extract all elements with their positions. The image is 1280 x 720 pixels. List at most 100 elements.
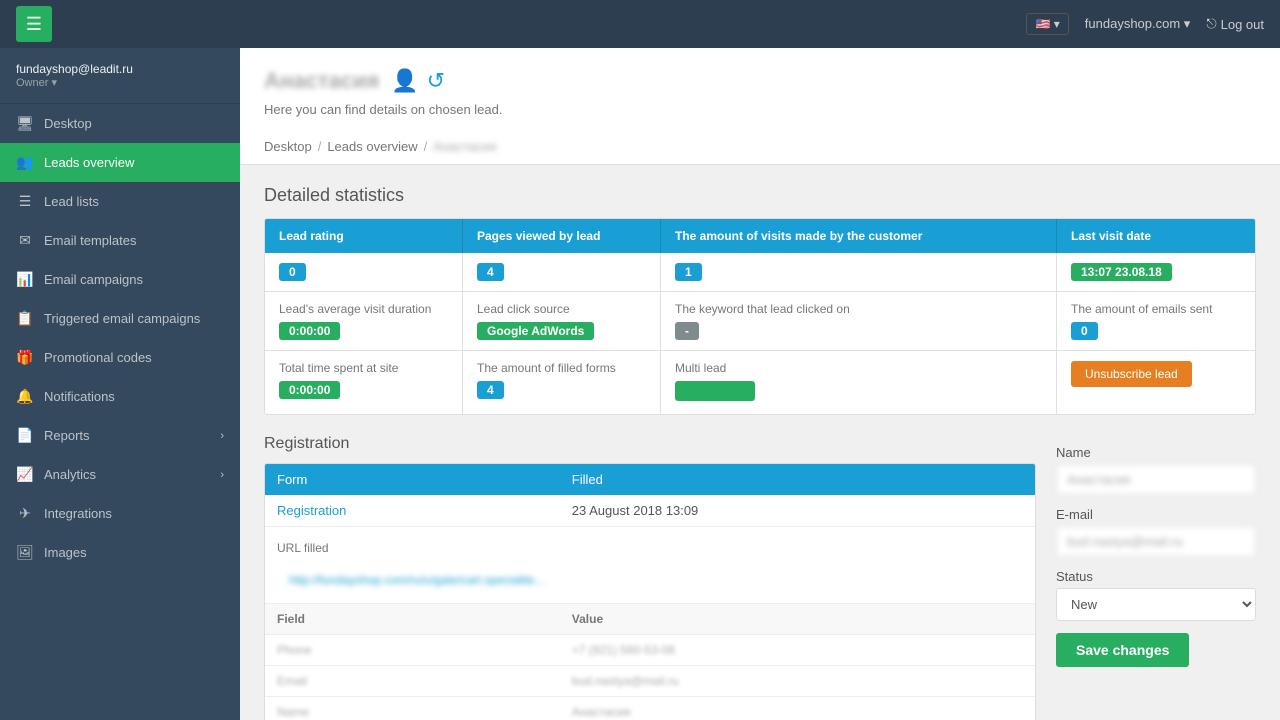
stats-row-3: Total time spent at site 0:00:00 The amo… bbox=[265, 351, 1255, 414]
stats-row-2-labels: Lead's average visit duration 0:00:00 Le… bbox=[265, 292, 1255, 351]
domain-selector[interactable]: fundayshop.com ▾ bbox=[1085, 16, 1191, 32]
triggered-email-icon: 📋 bbox=[16, 310, 34, 327]
table-row: Registration 23 August 2018 13:09 bbox=[265, 495, 1035, 527]
topbar: ☰ 🇺🇸 ▾ fundayshop.com ▾ ⎋ Log out bbox=[0, 0, 1280, 48]
unsubscribe-button[interactable]: Unsubscribe lead bbox=[1071, 361, 1192, 387]
sidebar-item-analytics[interactable]: 📈 Analytics › bbox=[0, 455, 240, 494]
breadcrumb-sep1: / bbox=[318, 139, 322, 154]
logout-button[interactable]: ⎋ Log out bbox=[1206, 16, 1264, 32]
refresh-icon[interactable]: ↺ bbox=[427, 68, 445, 94]
sidebar-label-integrations: Integrations bbox=[44, 506, 112, 521]
sidebar-item-images[interactable]: 🖼 Images bbox=[0, 533, 240, 572]
url-row: URL filled http://fundayshop.com/ru/u/ga… bbox=[265, 527, 1035, 604]
sidebar-label-promotional-codes: Promotional codes bbox=[44, 350, 152, 365]
topbar-left: ☰ bbox=[16, 6, 52, 42]
sidebar-item-leads-overview[interactable]: 👥 Leads overview bbox=[0, 143, 240, 182]
registration-section: Registration Form Filled Registration bbox=[240, 435, 1280, 720]
stat-rating: 0 bbox=[265, 253, 463, 291]
sidebar-item-email-templates[interactable]: ✉ Email templates bbox=[0, 221, 240, 260]
sidebar-item-triggered-email[interactable]: 📋 Triggered email campaigns bbox=[0, 299, 240, 338]
url-filled-label: URL filled bbox=[277, 535, 1023, 559]
field-col-header: Field bbox=[265, 604, 560, 635]
email-form-group: E-mail bbox=[1056, 507, 1256, 557]
reg-left: Registration Form Filled Registration bbox=[264, 435, 1036, 720]
breadcrumb-current: Анастасия bbox=[433, 139, 496, 154]
page-title-icons: 👤 ↺ bbox=[391, 68, 445, 94]
sidebar-nav: 🖥 Desktop 👥 Leads overview ☰ Lead lists … bbox=[0, 104, 240, 720]
email-input[interactable] bbox=[1056, 526, 1256, 557]
label-avg-duration: Lead's average visit duration 0:00:00 bbox=[265, 292, 463, 350]
header-last-visit: Last visit date bbox=[1057, 219, 1255, 253]
stats-section: Detailed statistics Lead rating Pages vi… bbox=[240, 165, 1280, 435]
click-source-badge: Google AdWords bbox=[477, 322, 594, 340]
content-area: Анастасия 👤 ↺ Here you can find details … bbox=[240, 48, 1280, 720]
pages-badge: 4 bbox=[477, 263, 504, 281]
value-email: bud.nastya@mail.ru bbox=[560, 666, 1035, 697]
stat-multi-lead: Multi lead bbox=[661, 351, 1057, 414]
stat-pages: 4 bbox=[463, 253, 661, 291]
stat-unsubscribe: Unsubscribe lead bbox=[1057, 351, 1255, 414]
topbar-right: 🇺🇸 ▾ fundayshop.com ▾ ⎋ Log out bbox=[1026, 13, 1264, 35]
breadcrumb-leads-overview[interactable]: Leads overview bbox=[327, 139, 417, 154]
sidebar-item-integrations[interactable]: ✈ Integrations bbox=[0, 494, 240, 533]
header-pages-viewed: Pages viewed by lead bbox=[463, 219, 661, 253]
sidebar-label-email-campaigns: Email campaigns bbox=[44, 272, 143, 287]
main-layout: fundayshop@leadit.ru Owner ▾ 🖥 Desktop 👥… bbox=[0, 48, 1280, 720]
sidebar-label-triggered-email: Triggered email campaigns bbox=[44, 311, 200, 326]
sidebar-item-email-campaigns[interactable]: 📊 Email campaigns bbox=[0, 260, 240, 299]
language-selector[interactable]: 🇺🇸 ▾ bbox=[1026, 13, 1068, 35]
sidebar-user: fundayshop@leadit.ru Owner ▾ bbox=[0, 48, 240, 104]
table-row: Name Анастасия bbox=[265, 697, 1035, 720]
integrations-icon: ✈ bbox=[16, 505, 34, 522]
user-email: fundayshop@leadit.ru bbox=[16, 62, 224, 76]
user-role[interactable]: Owner ▾ bbox=[16, 76, 224, 89]
page-header: Анастасия 👤 ↺ Here you can find details … bbox=[240, 48, 1280, 165]
sidebar-label-desktop: Desktop bbox=[44, 116, 92, 131]
name-label: Name bbox=[1056, 445, 1256, 460]
reg-form-link[interactable]: Registration bbox=[277, 503, 346, 518]
reg-filled-date: 23 August 2018 13:09 bbox=[560, 495, 1035, 527]
images-icon: 🖼 bbox=[16, 544, 34, 561]
name-input[interactable] bbox=[1056, 464, 1256, 495]
multi-lead-label: Multi lead bbox=[675, 361, 1042, 375]
sidebar-item-reports[interactable]: 📄 Reports › bbox=[0, 416, 240, 455]
reg-title: Registration bbox=[264, 435, 1036, 453]
value-phone: +7 (921) 560-53-08 bbox=[560, 635, 1035, 666]
click-source-label: Lead click source bbox=[477, 302, 646, 316]
url-filled-value: http://fundayshop.com/ru/u/gate/cart.spe… bbox=[277, 565, 1023, 595]
breadcrumb-desktop[interactable]: Desktop bbox=[264, 139, 312, 154]
promotional-codes-icon: 🎁 bbox=[16, 349, 34, 366]
avg-duration-label: Lead's average visit duration bbox=[279, 302, 448, 316]
hamburger-button[interactable]: ☰ bbox=[16, 6, 52, 42]
sidebar-item-lead-lists[interactable]: ☰ Lead lists bbox=[0, 182, 240, 221]
value-col-header: Value bbox=[560, 604, 1035, 635]
stats-header-row: Lead rating Pages viewed by lead The amo… bbox=[265, 219, 1255, 253]
breadcrumb: Desktop / Leads overview / Анастасия bbox=[264, 129, 1256, 164]
status-label: Status bbox=[1056, 569, 1256, 584]
leads-overview-icon: 👥 bbox=[16, 154, 34, 171]
sidebar-item-desktop[interactable]: 🖥 Desktop bbox=[0, 104, 240, 143]
sidebar-item-promotional-codes[interactable]: 🎁 Promotional codes bbox=[0, 338, 240, 377]
lead-lists-icon: ☰ bbox=[16, 193, 34, 210]
table-row: Phone +7 (921) 560-53-08 bbox=[265, 635, 1035, 666]
name-form-group: Name bbox=[1056, 445, 1256, 495]
sidebar-label-leads-overview: Leads overview bbox=[44, 155, 134, 170]
field-email: Email bbox=[265, 666, 560, 697]
logout-icon: ⎋ bbox=[1206, 16, 1216, 32]
status-select[interactable]: New In progress Closed bbox=[1056, 588, 1256, 621]
header-amount-visits: The amount of visits made by the custome… bbox=[661, 219, 1057, 253]
notifications-icon: 🔔 bbox=[16, 388, 34, 405]
save-changes-button[interactable]: Save changes bbox=[1056, 633, 1189, 667]
breadcrumb-sep2: / bbox=[424, 139, 428, 154]
sidebar-item-notifications[interactable]: 🔔 Notifications bbox=[0, 377, 240, 416]
sidebar-label-notifications: Notifications bbox=[44, 389, 115, 404]
label-click-source: Lead click source Google AdWords bbox=[463, 292, 661, 350]
page-header-top: Анастасия 👤 ↺ bbox=[264, 68, 1256, 94]
filled-forms-badge: 4 bbox=[477, 381, 504, 399]
table-row: Email bud.nastya@mail.ru bbox=[265, 666, 1035, 697]
last-visit-badge: 13:07 23.08.18 bbox=[1071, 263, 1172, 281]
reports-icon: 📄 bbox=[16, 427, 34, 444]
stat-total-time: Total time spent at site 0:00:00 bbox=[265, 351, 463, 414]
stat-visits: 1 bbox=[661, 253, 1057, 291]
rating-badge: 0 bbox=[279, 263, 306, 281]
